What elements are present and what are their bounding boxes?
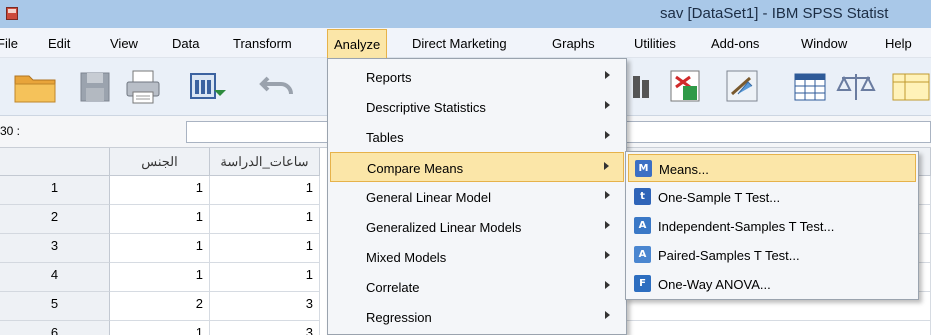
column-header[interactable]: ساعات_الدراسة [210,148,320,176]
weight-cases-icon[interactable] [724,68,760,106]
table-cell[interactable]: 2 [110,292,210,321]
menu-item-label: Reports [366,70,412,85]
menu-transform[interactable]: Transform [233,36,292,51]
menu-item-compare-means[interactable]: Compare Means [330,152,624,182]
submenu-arrow-icon [605,191,610,199]
window-title: sav [DataSet1] - IBM SPSS Statist [660,5,889,22]
column-header[interactable]: الجنس [110,148,210,176]
submenu-item-label: Independent-Samples T Test... [658,219,835,234]
paired-t-icon: A [634,246,651,263]
menu-utilities[interactable]: Utilities [634,36,676,51]
row-number[interactable]: 4 [0,263,110,292]
menu-item-label: Tables [366,130,404,145]
table-cell[interactable]: 1 [210,176,320,205]
anova-icon: F [634,275,651,292]
menu-item-regression[interactable]: Regression [330,302,624,332]
title-bar: sav [DataSet1] - IBM SPSS Statist [0,0,931,28]
one-sample-t-icon: t [634,188,651,205]
cell-value-box[interactable] [620,121,931,143]
menu-graphs[interactable]: Graphs [552,36,595,51]
menu-view[interactable]: View [110,36,138,51]
menu-item-general-linear-model[interactable]: General Linear Model [330,182,624,212]
submenu-arrow-icon [605,251,610,259]
menu-window[interactable]: Window [801,36,847,51]
table-cell[interactable]: 1 [210,205,320,234]
submenu-arrow-icon [605,71,610,79]
means-icon: M [635,160,652,177]
row-number[interactable]: 3 [0,234,110,263]
row-header-corner[interactable] [0,148,110,176]
cell-reference-box[interactable] [186,121,336,143]
menu-item-reports[interactable]: Reports [330,62,624,92]
submenu-item-independent-samples-t-test[interactable]: A Independent-Samples T Test... [628,212,916,240]
table-cell[interactable]: 1 [210,263,320,292]
menu-item-generalized-linear-models[interactable]: Generalized Linear Models [330,212,624,242]
value-labels-icon[interactable] [792,68,828,106]
submenu-item-means[interactable]: M Means... [628,154,916,182]
balance-scale-icon[interactable] [836,68,876,106]
menu-item-mixed-models[interactable]: Mixed Models [330,242,624,272]
menu-item-label: Mixed Models [366,250,447,265]
table-cell[interactable]: 3 [210,292,320,321]
print-icon[interactable] [124,68,162,106]
dialog-recall-icon[interactable] [188,68,228,106]
submenu-arrow-icon [605,101,610,109]
cell-reference-label: 30 : [0,124,21,138]
submenu-arrow-icon [605,221,610,229]
menu-edit[interactable]: Edit [48,36,70,51]
submenu-arrow-icon [604,162,609,170]
split-file-icon[interactable] [668,68,704,106]
submenu-item-label: One-Sample T Test... [658,190,781,205]
submenu-item-label: Paired-Samples T Test... [658,248,800,263]
independent-t-icon: A [634,217,651,234]
menu-item-label: Compare Means [367,161,464,176]
menu-direct-marketing[interactable]: Direct Marketing [412,36,507,51]
submenu-arrow-icon [605,281,610,289]
menu-item-correlate[interactable]: Correlate [330,272,624,302]
row-number[interactable]: 1 [0,176,110,205]
menu-file[interactable]: File [0,36,18,51]
table-cell[interactable]: 1 [110,176,210,205]
menu-item-label: General Linear Model [366,190,492,205]
row-number[interactable]: 2 [0,205,110,234]
compare-means-submenu: M Means... t One-Sample T Test... A Independe… [625,151,919,300]
submenu-arrow-icon [605,131,610,139]
menu-item-label: Descriptive Statistics [366,100,486,115]
menu-item-label: Regression [366,310,432,325]
submenu-item-one-way-anova[interactable]: F One-Way ANOVA... [628,270,916,298]
find-icon[interactable] [630,68,652,106]
submenu-item-label: Means... [659,162,709,177]
submenu-item-label: One-Way ANOVA... [658,277,771,292]
table-cell[interactable]: 3 [210,321,320,335]
table-cell[interactable] [620,321,931,335]
undo-icon[interactable] [258,68,298,106]
menu-item-label: Generalized Linear Models [366,220,522,235]
menu-bar: File Edit View Data Transform Analyze Di… [0,28,931,58]
menu-analyze[interactable]: Analyze [327,29,388,58]
row-number[interactable]: 6 [0,321,110,335]
submenu-item-one-sample-t-test[interactable]: t One-Sample T Test... [628,183,916,211]
spss-app-icon[interactable] [6,7,18,20]
table-cell[interactable]: 1 [110,205,210,234]
open-folder-icon[interactable] [12,68,60,106]
table-cell[interactable]: 1 [110,263,210,292]
submenu-arrow-icon [605,311,610,319]
submenu-item-paired-samples-t-test[interactable]: A Paired-Samples T Test... [628,241,916,269]
table-cell[interactable]: 1 [210,234,320,263]
menu-data[interactable]: Data [172,36,199,51]
menu-item-tables[interactable]: Tables [330,122,624,152]
menu-help[interactable]: Help [885,36,912,51]
menu-item-label: Correlate [366,280,420,295]
table-cell[interactable]: 1 [110,321,210,335]
menu-item-descriptive-statistics[interactable]: Descriptive Statistics [330,92,624,122]
table-cell[interactable]: 1 [110,234,210,263]
table-icon[interactable] [890,68,931,106]
row-number[interactable]: 5 [0,292,110,321]
save-icon[interactable] [78,68,112,106]
menu-add-ons[interactable]: Add-ons [711,36,759,51]
analyze-menu: Reports Descriptive Statistics Tables Compa… [327,58,627,335]
